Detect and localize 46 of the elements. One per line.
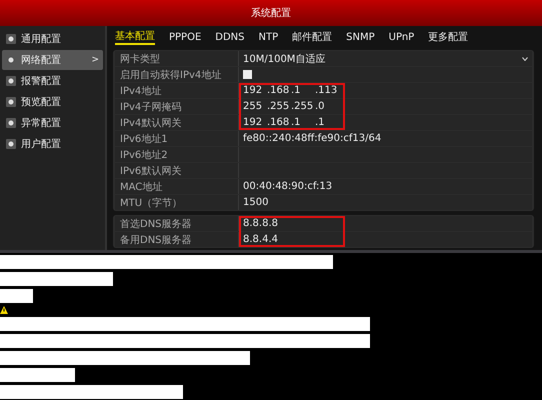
tab[interactable]: 更多配置 (428, 30, 468, 44)
field-value[interactable]: 1500 (243, 197, 268, 208)
redaction-block (0, 289, 33, 303)
menu-item-icon (6, 118, 16, 128)
field-label: IPv6默认网关 (115, 163, 239, 178)
tab[interactable]: UPnP (388, 32, 414, 42)
field-value[interactable]: 8.8.8.8 (243, 218, 278, 229)
field-label: MAC地址 (115, 179, 239, 194)
ip-field[interactable]: 255 .255 .255 .0 (243, 101, 339, 112)
field-value[interactable]: fe80::240:48ff:fe90:cf13/64 (243, 133, 382, 144)
sidebar-item[interactable]: 异常配置 (0, 113, 105, 133)
field-label: IPv4地址 (115, 83, 239, 98)
field-label: 备用DNS服务器 (115, 232, 239, 247)
field-value[interactable]: 00:40:48:90:cf:13 (243, 181, 332, 192)
menu-item-icon (6, 76, 16, 86)
field-label: MTU（字节） (115, 195, 239, 210)
menu-item-icon (6, 97, 16, 107)
tab[interactable]: PPPOE (169, 32, 202, 42)
menu-item-icon (6, 55, 16, 65)
tab[interactable]: 基本配置 (115, 29, 155, 45)
tab[interactable]: DDNS (215, 32, 245, 42)
field-label: 网卡类型 (115, 51, 239, 66)
dropdown-caret-icon (522, 56, 528, 60)
window-title: 系统配置 (251, 6, 291, 20)
field-label: IPv4子网掩码 (115, 99, 239, 114)
tab[interactable]: SNMP (346, 32, 375, 42)
tab[interactable]: NTP (258, 32, 278, 42)
sidebar-item[interactable]: 用户配置 (0, 134, 105, 154)
menu-item-icon (6, 139, 16, 149)
sidebar-item[interactable]: 通用配置 (0, 29, 105, 49)
ip-field[interactable]: 192 .168 .1 .1 (243, 117, 339, 128)
tab[interactable]: 邮件配置 (292, 30, 332, 44)
sidebar-item[interactable]: 报警配置 (0, 71, 105, 91)
chevron-icon: > (91, 55, 99, 65)
field-label: IPv6地址2 (115, 147, 239, 162)
field-label: IPv4默认网关 (115, 115, 239, 130)
field-label: 首选DNS服务器 (115, 216, 239, 231)
sidebar-item[interactable]: 网络配置 > (2, 50, 103, 70)
menu-item-icon (6, 34, 16, 44)
dropdown[interactable]: 10M/100M自适应 (243, 52, 532, 66)
checkbox[interactable] (243, 70, 252, 79)
ip-field[interactable]: 192 .168 .1 .113 (243, 85, 339, 96)
field-label: 启用自动获得IPv4地址 (115, 67, 239, 82)
sidebar-item[interactable]: 预览配置 (0, 92, 105, 112)
field-value[interactable]: 8.8.4.4 (243, 234, 278, 245)
field-label: IPv6地址1 (115, 131, 239, 146)
